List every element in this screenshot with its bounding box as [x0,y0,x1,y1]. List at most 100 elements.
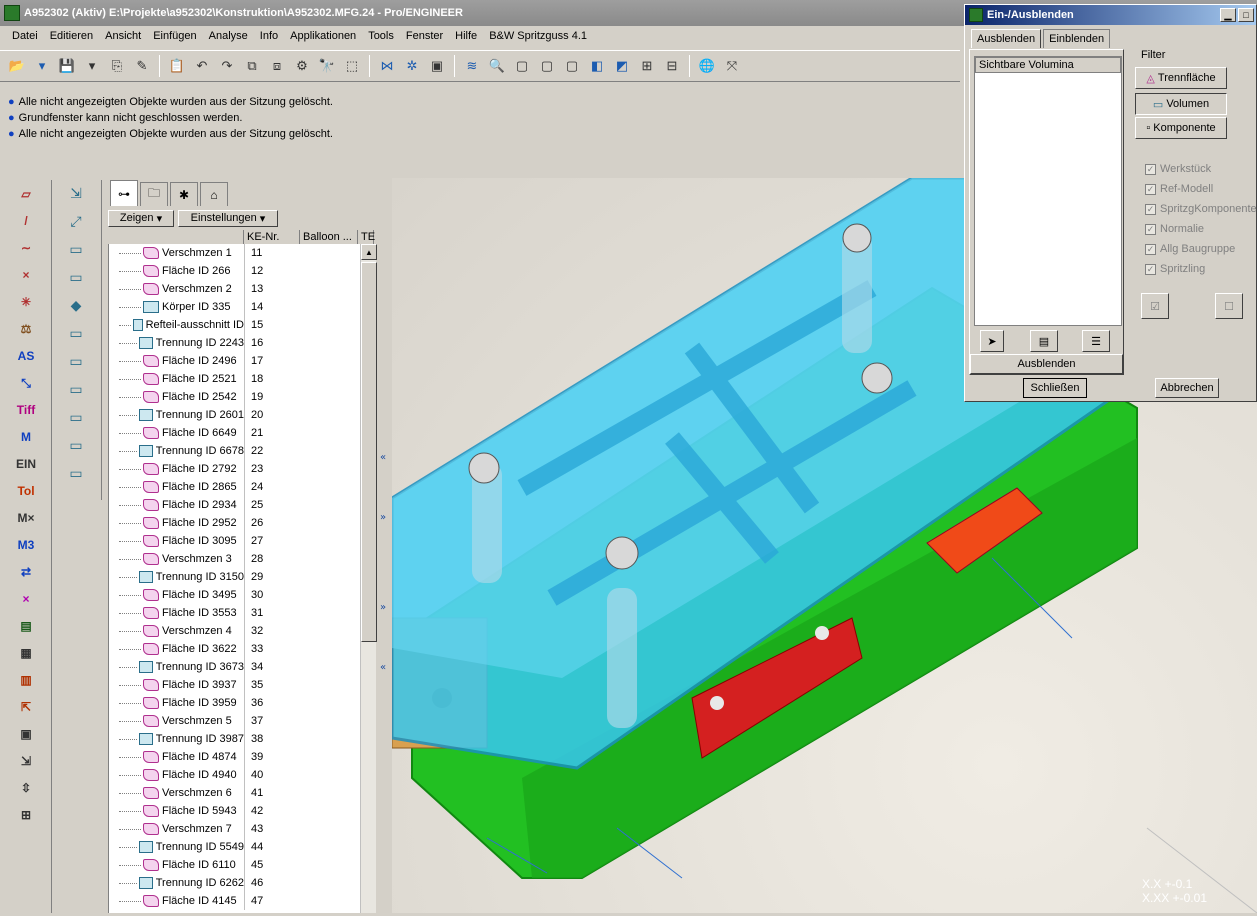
tree-row[interactable]: Verschmzen 7 43 [109,820,360,838]
tool-icon[interactable]: M3 [8,532,44,558]
tree-row[interactable]: Trennung ID 2243 16 [109,334,360,352]
tree-row[interactable]: Trennung ID 6262 46 [109,874,360,892]
tree-row[interactable]: Fläche ID 3937 35 [109,676,360,694]
tool-icon[interactable]: / [8,208,44,234]
menu-item[interactable]: Analyse [203,28,254,46]
undo-icon[interactable]: ↶ [191,55,213,77]
tree-row[interactable]: Fläche ID 3095 27 [109,532,360,550]
feature-tool-icon[interactable]: ▭ [58,376,94,403]
show-menu-button[interactable]: Zeigen ▾ [108,209,174,227]
tree-row[interactable]: Fläche ID 2934 25 [109,496,360,514]
paste-icon[interactable]: 📋 [166,55,188,77]
tree-row[interactable]: Verschmzen 3 28 [109,550,360,568]
filter-parting-surface-button[interactable]: ◬ Trennfläche [1135,67,1227,89]
minimize-icon[interactable]: ▁ [1220,8,1236,22]
name-column-header[interactable] [108,230,244,245]
feature-tool-icon[interactable]: ◆ [58,292,94,319]
datum-display-icon[interactable]: ⋈ [376,55,398,77]
menu-item[interactable]: Applikationen [284,28,362,46]
tool-icon[interactable]: M [8,424,44,450]
te-column-header[interactable]: TE [358,230,375,245]
checkbox-molding[interactable]: ✓ Spritzling [1145,263,1205,275]
tree-row[interactable]: Fläche ID 4940 40 [109,766,360,784]
tree-row[interactable]: Trennung ID 2601 20 [109,406,360,424]
select-box-icon[interactable]: ⬚ [341,55,363,77]
edit-icon[interactable]: ✎ [131,55,153,77]
menu-item[interactable]: Tools [362,28,400,46]
menu-item[interactable]: Einfügen [147,28,202,46]
tool-icon[interactable]: Tol [8,478,44,504]
connections-tab-icon[interactable]: ⌂ [200,182,228,206]
copy-model-icon[interactable]: ⎘ [106,55,128,77]
checkbox-ref-model[interactable]: ✓ Ref-Modell [1145,183,1213,195]
filter-component-button[interactable]: ▫ Komponente [1135,117,1227,139]
cancel-button[interactable]: Abbrechen [1155,378,1219,398]
tree-row[interactable]: Verschmzen 1 11 [109,244,360,262]
redo-icon[interactable]: ↷ [216,55,238,77]
panel-splitter[interactable]: « » » « [378,180,390,913]
feature-tool-icon[interactable]: ⇲ [58,180,94,207]
tab-unhide[interactable]: Einblenden [1043,29,1111,48]
menu-item[interactable]: Editieren [44,28,99,46]
checkbox-standard-part[interactable]: ✓ Normalie [1145,223,1204,235]
tree-row[interactable]: Trennung ID 6678 22 [109,442,360,460]
zoom-icon[interactable]: 🔍 [486,55,508,77]
tree-row[interactable]: Fläche ID 4145 47 [109,892,360,910]
hide-button[interactable]: Ausblenden [970,354,1123,374]
save-icon[interactable]: ▾ [31,55,53,77]
deselect-all-icon[interactable]: ☰ [1082,330,1110,352]
tree-row[interactable]: Fläche ID 2952 26 [109,514,360,532]
tool-icon[interactable]: EIN [8,451,44,477]
copy-icon[interactable]: ⧉ [241,55,263,77]
wireframe-icon[interactable]: ▢ [511,55,533,77]
tool-icon[interactable]: ⤡ [8,370,44,396]
feature-tool-icon[interactable]: ▭ [58,348,94,375]
tool-icon[interactable]: × [8,262,44,288]
tree-row[interactable]: Trennung ID 3150 29 [109,568,360,586]
tool-icon[interactable]: × [8,586,44,612]
tree-row[interactable]: Trennung ID 5549 44 [109,838,360,856]
tree-row[interactable]: Trennung ID 3673 34 [109,658,360,676]
tree-row[interactable]: Fläche ID 3553 31 [109,604,360,622]
tree-row[interactable]: Fläche ID 6649 21 [109,424,360,442]
scroll-up-icon[interactable]: ▲ [361,244,377,260]
checkbox-workpiece[interactable]: ✓ Werkstück [1145,163,1211,175]
paste-special-icon[interactable]: ⧈ [266,55,288,77]
tree-row[interactable]: Verschmzen 2 13 [109,280,360,298]
tool-icon[interactable]: ▦ [8,640,44,666]
feature-tool-icon[interactable]: ▭ [58,264,94,291]
model-tree-tab-icon[interactable]: ⊶ [110,180,138,206]
menu-item[interactable]: Ansicht [99,28,147,46]
tree-row[interactable]: Verschmzen 6 41 [109,784,360,802]
tool-icon[interactable]: AS [8,343,44,369]
tree-row[interactable]: Fläche ID 2521 18 [109,370,360,388]
feature-nr-column-header[interactable]: KE-Nr. [244,230,300,245]
feature-tool-icon[interactable]: ▭ [58,432,94,459]
tree-row[interactable]: Fläche ID 4874 39 [109,748,360,766]
tool-icon[interactable]: ∼ [8,235,44,261]
hidden-line-icon[interactable]: ▢ [536,55,558,77]
layers-icon[interactable]: ≋ [461,55,483,77]
tree-row[interactable]: Refteil-ausschnitt ID 15 [109,316,360,334]
tool-icon[interactable]: ✳ [8,289,44,315]
tool-icon[interactable]: ▣ [8,721,44,747]
tool-icon[interactable]: ⇳ [8,775,44,801]
find-icon[interactable]: 🔭 [316,55,338,77]
tool-icon[interactable]: ⚖ [8,316,44,342]
tree-row[interactable]: Fläche ID 3622 33 [109,640,360,658]
checkbox-general-assembly[interactable]: ✓ Allg Baugruppe [1145,243,1235,255]
tree-row[interactable]: Fläche ID 266 12 [109,262,360,280]
tool-icon[interactable]: Tiff [8,397,44,423]
tree-row[interactable]: Körper ID 335 14 [109,298,360,316]
settings-menu-button[interactable]: Einstellungen ▾ [178,209,278,227]
shading-icon[interactable]: ◧ [586,55,608,77]
menu-item[interactable]: Datei [6,28,44,46]
print-icon[interactable]: ▾ [81,55,103,77]
tree-row[interactable]: Trennung ID 3987 38 [109,730,360,748]
open-icon[interactable]: 📂 [6,55,28,77]
feature-tool-icon[interactable]: ▭ [58,236,94,263]
model-tree-icon[interactable]: ⊟ [661,55,683,77]
menu-item[interactable]: Hilfe [449,28,483,46]
axis-display-icon[interactable]: ⤧ [721,55,743,77]
maximize-icon[interactable]: □ [1238,8,1254,22]
